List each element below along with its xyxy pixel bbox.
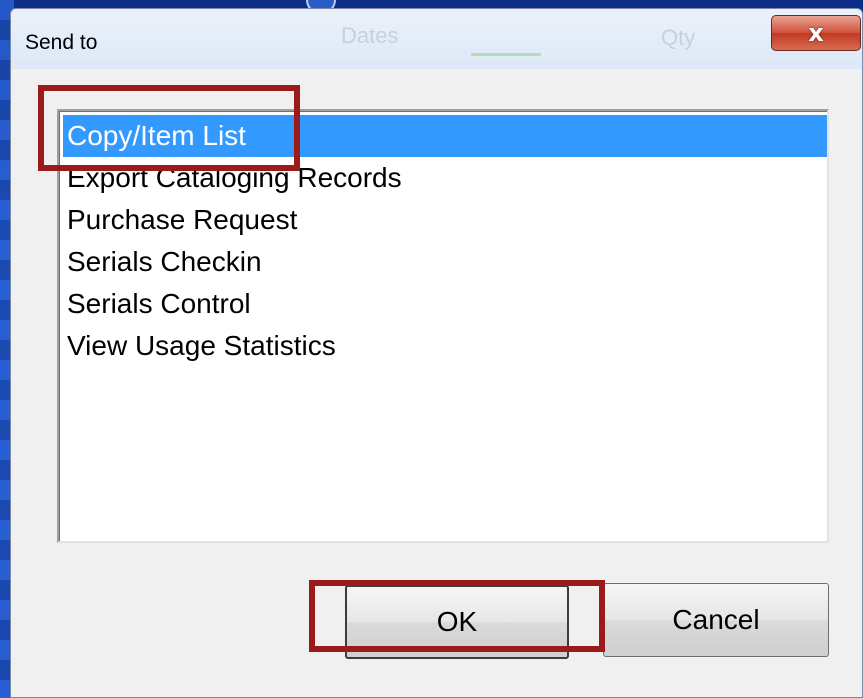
close-icon: x bbox=[808, 19, 824, 47]
list-item-serials-control[interactable]: Serials Control bbox=[63, 283, 827, 325]
cancel-button[interactable]: Cancel bbox=[603, 583, 829, 657]
dialog-titlebar[interactable]: Send to Dates Qty x bbox=[11, 9, 862, 69]
list-item-view-usage-statistics[interactable]: View Usage Statistics bbox=[63, 325, 827, 367]
list-item-copy-item-list[interactable]: Copy/Item List bbox=[63, 115, 827, 157]
send-to-listbox[interactable]: Copy/Item List Export Cataloging Records… bbox=[57, 109, 829, 543]
background-ghost-text: Dates bbox=[341, 23, 399, 48]
close-button[interactable]: x bbox=[771, 15, 861, 51]
list-item-export-cataloging-records[interactable]: Export Cataloging Records bbox=[63, 157, 827, 199]
list-item-serials-checkin[interactable]: Serials Checkin bbox=[63, 241, 827, 283]
dialog-body: Copy/Item List Export Cataloging Records… bbox=[11, 69, 862, 697]
dialog-title: Send to bbox=[25, 31, 98, 54]
ok-button[interactable]: OK bbox=[345, 585, 569, 659]
background-ghost-text: Qty bbox=[661, 25, 696, 50]
send-to-dialog: Send to Dates Qty x Copy/Item List Expor… bbox=[10, 8, 863, 698]
list-item-purchase-request[interactable]: Purchase Request bbox=[63, 199, 827, 241]
background-ghost-line bbox=[471, 53, 541, 56]
